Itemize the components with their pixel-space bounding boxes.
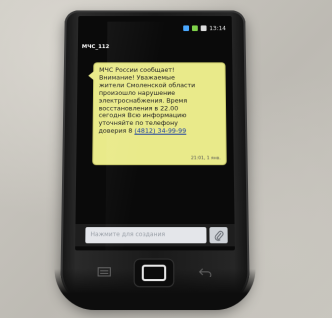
smartphone: 13:14 МЧС_112 МЧС России сообщает! Внима… (60, 10, 250, 306)
message-compose-input[interactable]: Нажмите для создания (85, 227, 207, 244)
paperclip-icon (214, 230, 223, 241)
home-key-frame (141, 264, 167, 282)
home-key-icon[interactable] (133, 258, 175, 288)
attach-button[interactable] (209, 227, 228, 244)
phone-number-link[interactable]: (4812) 34-99-99 (134, 127, 186, 135)
conversation-title: МЧС_112 (81, 44, 110, 50)
menu-key-icon[interactable] (97, 267, 111, 277)
message-text: МЧС России сообщает! Внимание! Уважаемые… (98, 66, 196, 135)
phone-screen: 13:14 МЧС_112 МЧС России сообщает! Внима… (75, 16, 235, 251)
photo-scene: 13:14 МЧС_112 МЧС России сообщает! Внима… (0, 0, 332, 318)
status-clock: 13:14 (209, 24, 227, 32)
sms-message-bubble[interactable]: МЧС России сообщает! Внимание! Уважаемые… (93, 63, 226, 165)
signal-icon (182, 25, 189, 32)
back-key-icon[interactable] (199, 267, 213, 277)
wifi-icon (200, 25, 207, 32)
message-body: МЧС России сообщает! Внимание! Уважаемые… (98, 66, 220, 136)
hardware-keys (60, 254, 249, 289)
message-timestamp: 21:01, 1 янв. (190, 156, 221, 162)
status-bar: 13:14 (78, 24, 232, 33)
battery-icon (191, 25, 198, 32)
compose-bar: Нажмите для создания (75, 224, 235, 247)
